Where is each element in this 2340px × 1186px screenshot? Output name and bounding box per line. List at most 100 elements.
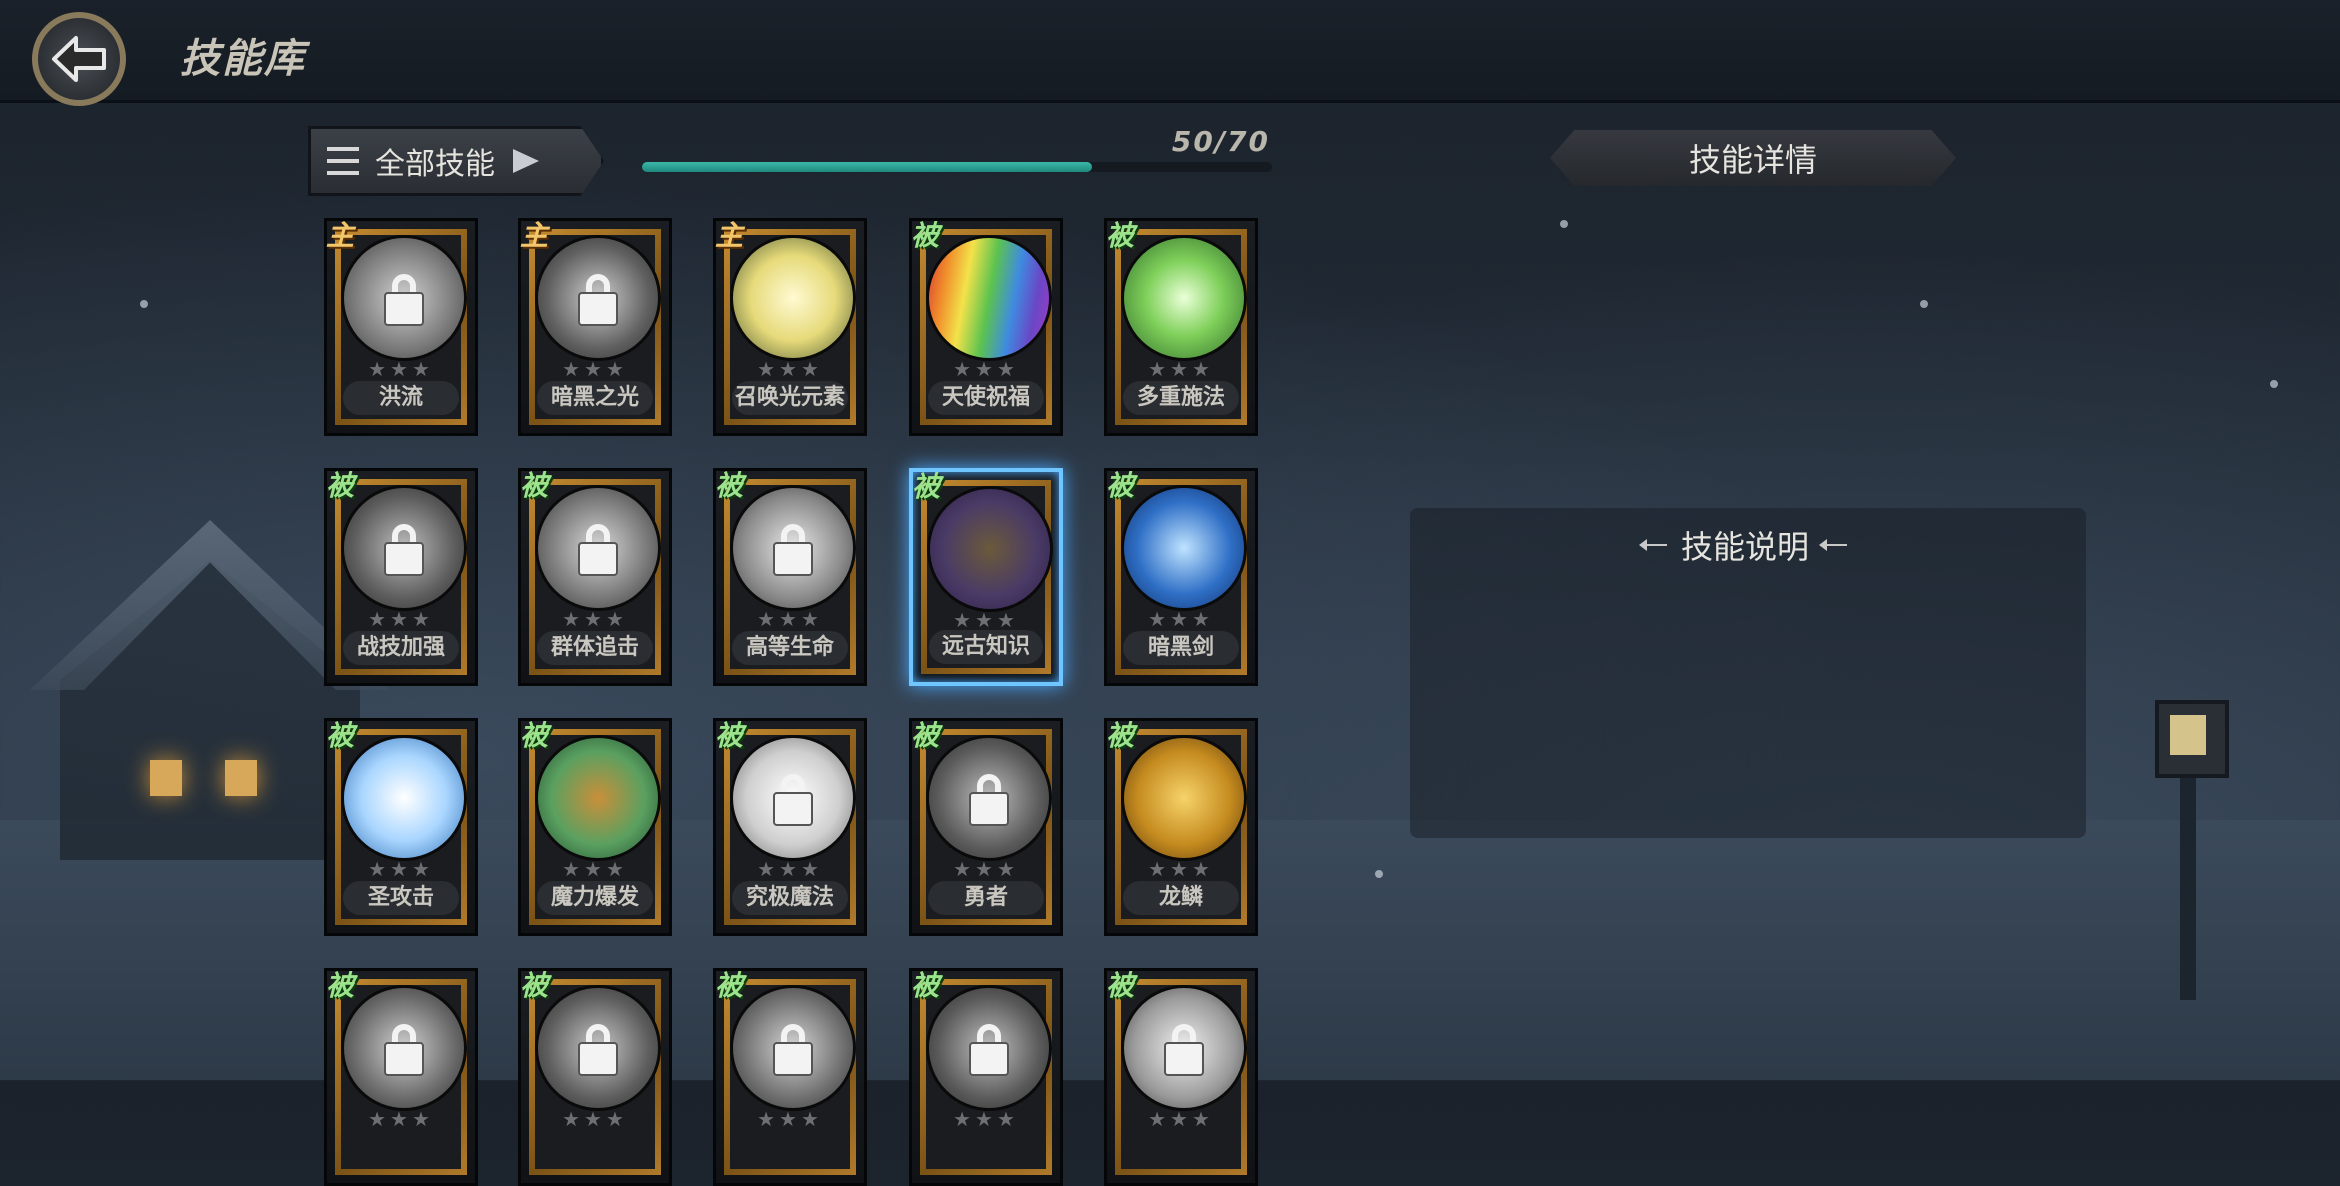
star-rating-icon: ★★★	[1148, 607, 1214, 631]
skill-name: 暗黑剑	[1123, 631, 1239, 665]
skill-card[interactable]: 被 ★★★ 远古知识	[909, 468, 1063, 686]
skill-card[interactable]: 被 ★★★ 多重施法	[1104, 218, 1258, 436]
star-rating-icon: ★★★	[1148, 1107, 1214, 1131]
skill-card[interactable]: 被 ★★★ 群体追击	[518, 468, 672, 686]
skill-name: 圣攻击	[343, 881, 459, 915]
progress-fill	[642, 162, 1092, 172]
skill-card[interactable]: 被 ★★★ 圣攻击	[324, 718, 478, 936]
skill-name: 战技加强	[343, 631, 459, 665]
filter-label: 全部技能	[375, 147, 495, 182]
skill-type-badge: 被	[910, 969, 939, 1002]
snowflake	[2270, 380, 2278, 388]
right-arrow-decoration-icon	[1819, 539, 1847, 551]
skill-name: 暗黑之光	[537, 381, 653, 415]
skill-type-badge: 被	[325, 969, 354, 1002]
skill-name: 洪流	[343, 381, 459, 415]
snowflake	[1920, 300, 1928, 308]
snowflake	[1375, 870, 1383, 878]
lock-icon	[578, 274, 618, 326]
collection-progress-bar	[642, 162, 1272, 172]
skill-card[interactable]: 被 ★★★	[909, 968, 1063, 1186]
skill-card[interactable]: 被 ★★★	[713, 968, 867, 1186]
window-light	[150, 760, 182, 796]
skill-description-title: 技能说明	[1600, 520, 1890, 570]
skill-type-badge: 被	[910, 719, 939, 752]
skill-type-badge: 被	[325, 719, 354, 752]
skill-name: 多重施法	[1123, 381, 1239, 415]
star-rating-icon: ★★★	[368, 857, 434, 881]
star-rating-icon: ★★★	[757, 357, 823, 381]
star-rating-icon: ★★★	[368, 357, 434, 381]
skill-card[interactable]: 被 ★★★ 暗黑剑	[1104, 468, 1258, 686]
skill-type-badge: 被	[714, 969, 743, 1002]
lock-icon	[773, 1024, 813, 1076]
skill-type-badge: 被	[911, 470, 940, 503]
left-arrow-decoration-icon	[1638, 539, 1667, 551]
back-button[interactable]	[32, 12, 126, 106]
skill-type-badge: 被	[1105, 969, 1134, 1002]
skill-card[interactable]: 被 ★★★ 战技加强	[324, 468, 478, 686]
star-rating-icon: ★★★	[1148, 357, 1214, 381]
back-arrow-icon	[52, 36, 106, 82]
skill-type-badge: 被	[519, 469, 548, 502]
page-title: 技能库	[180, 36, 306, 82]
star-rating-icon: ★★★	[757, 857, 823, 881]
skill-card[interactable]: 被 ★★★ 龙鳞	[1104, 718, 1258, 936]
skill-filter-dropdown[interactable]: 全部技能	[308, 126, 604, 196]
lock-icon	[578, 1024, 618, 1076]
top-bar: 技能库	[0, 0, 2340, 106]
star-rating-icon: ★★★	[562, 607, 628, 631]
skill-card[interactable]: 主 ★★★ 洪流	[324, 218, 478, 436]
star-rating-icon: ★★★	[757, 607, 823, 631]
skill-type-badge: 主	[325, 219, 354, 252]
skill-type-badge: 主	[714, 219, 743, 252]
skill-details-header: 技能详情	[1550, 130, 1956, 186]
skill-type-badge: 被	[910, 219, 939, 252]
skill-type-badge: 被	[1105, 469, 1134, 502]
skill-type-badge: 被	[325, 469, 354, 502]
snowflake	[1560, 220, 1568, 228]
skill-name: 究极魔法	[732, 881, 848, 915]
skill-card[interactable]: 主 ★★★ 召唤光元素	[713, 218, 867, 436]
star-rating-icon: ★★★	[368, 607, 434, 631]
lamp-glass	[2170, 715, 2206, 755]
skill-description-label: 技能说明	[1680, 528, 1809, 566]
lock-icon	[1164, 1024, 1204, 1076]
lock-icon	[969, 774, 1009, 826]
star-rating-icon: ★★★	[368, 1107, 434, 1131]
skill-card[interactable]: 被 ★★★ 魔力爆发	[518, 718, 672, 936]
star-rating-icon: ★★★	[757, 1107, 823, 1131]
skill-name: 群体追击	[537, 631, 653, 665]
lock-icon	[773, 524, 813, 576]
lock-icon	[969, 1024, 1009, 1076]
play-arrow-icon	[513, 149, 539, 173]
skill-type-badge: 被	[519, 719, 548, 752]
skill-card[interactable]: 被 ★★★ 勇者	[909, 718, 1063, 936]
star-rating-icon: ★★★	[953, 357, 1019, 381]
star-rating-icon: ★★★	[953, 608, 1019, 632]
skill-type-badge: 被	[1105, 719, 1134, 752]
skill-card[interactable]: 被 ★★★ 天使祝福	[909, 218, 1063, 436]
star-rating-icon: ★★★	[562, 1107, 628, 1131]
star-rating-icon: ★★★	[953, 1107, 1019, 1131]
skill-type-badge: 被	[714, 469, 743, 502]
skill-card[interactable]: 被 ★★★ 高等生命	[713, 468, 867, 686]
skill-type-badge: 主	[519, 219, 548, 252]
skill-card[interactable]: 主 ★★★ 暗黑之光	[518, 218, 672, 436]
lock-icon	[384, 1024, 424, 1076]
skill-card[interactable]: 被 ★★★	[1104, 968, 1258, 1186]
skill-type-badge: 被	[714, 719, 743, 752]
window-light	[225, 760, 257, 796]
star-rating-icon: ★★★	[562, 357, 628, 381]
lock-icon	[773, 774, 813, 826]
skill-name: 勇者	[928, 881, 1044, 915]
skill-name: 天使祝福	[928, 381, 1044, 415]
skill-count: 50/70	[1171, 125, 1270, 158]
skill-card[interactable]: 被 ★★★ 究极魔法	[713, 718, 867, 936]
skill-card[interactable]: 被 ★★★	[324, 968, 478, 1186]
star-rating-icon: ★★★	[1148, 857, 1214, 881]
skill-card[interactable]: 被 ★★★	[518, 968, 672, 1186]
snowflake	[140, 300, 148, 308]
lock-icon	[578, 524, 618, 576]
star-rating-icon: ★★★	[562, 857, 628, 881]
